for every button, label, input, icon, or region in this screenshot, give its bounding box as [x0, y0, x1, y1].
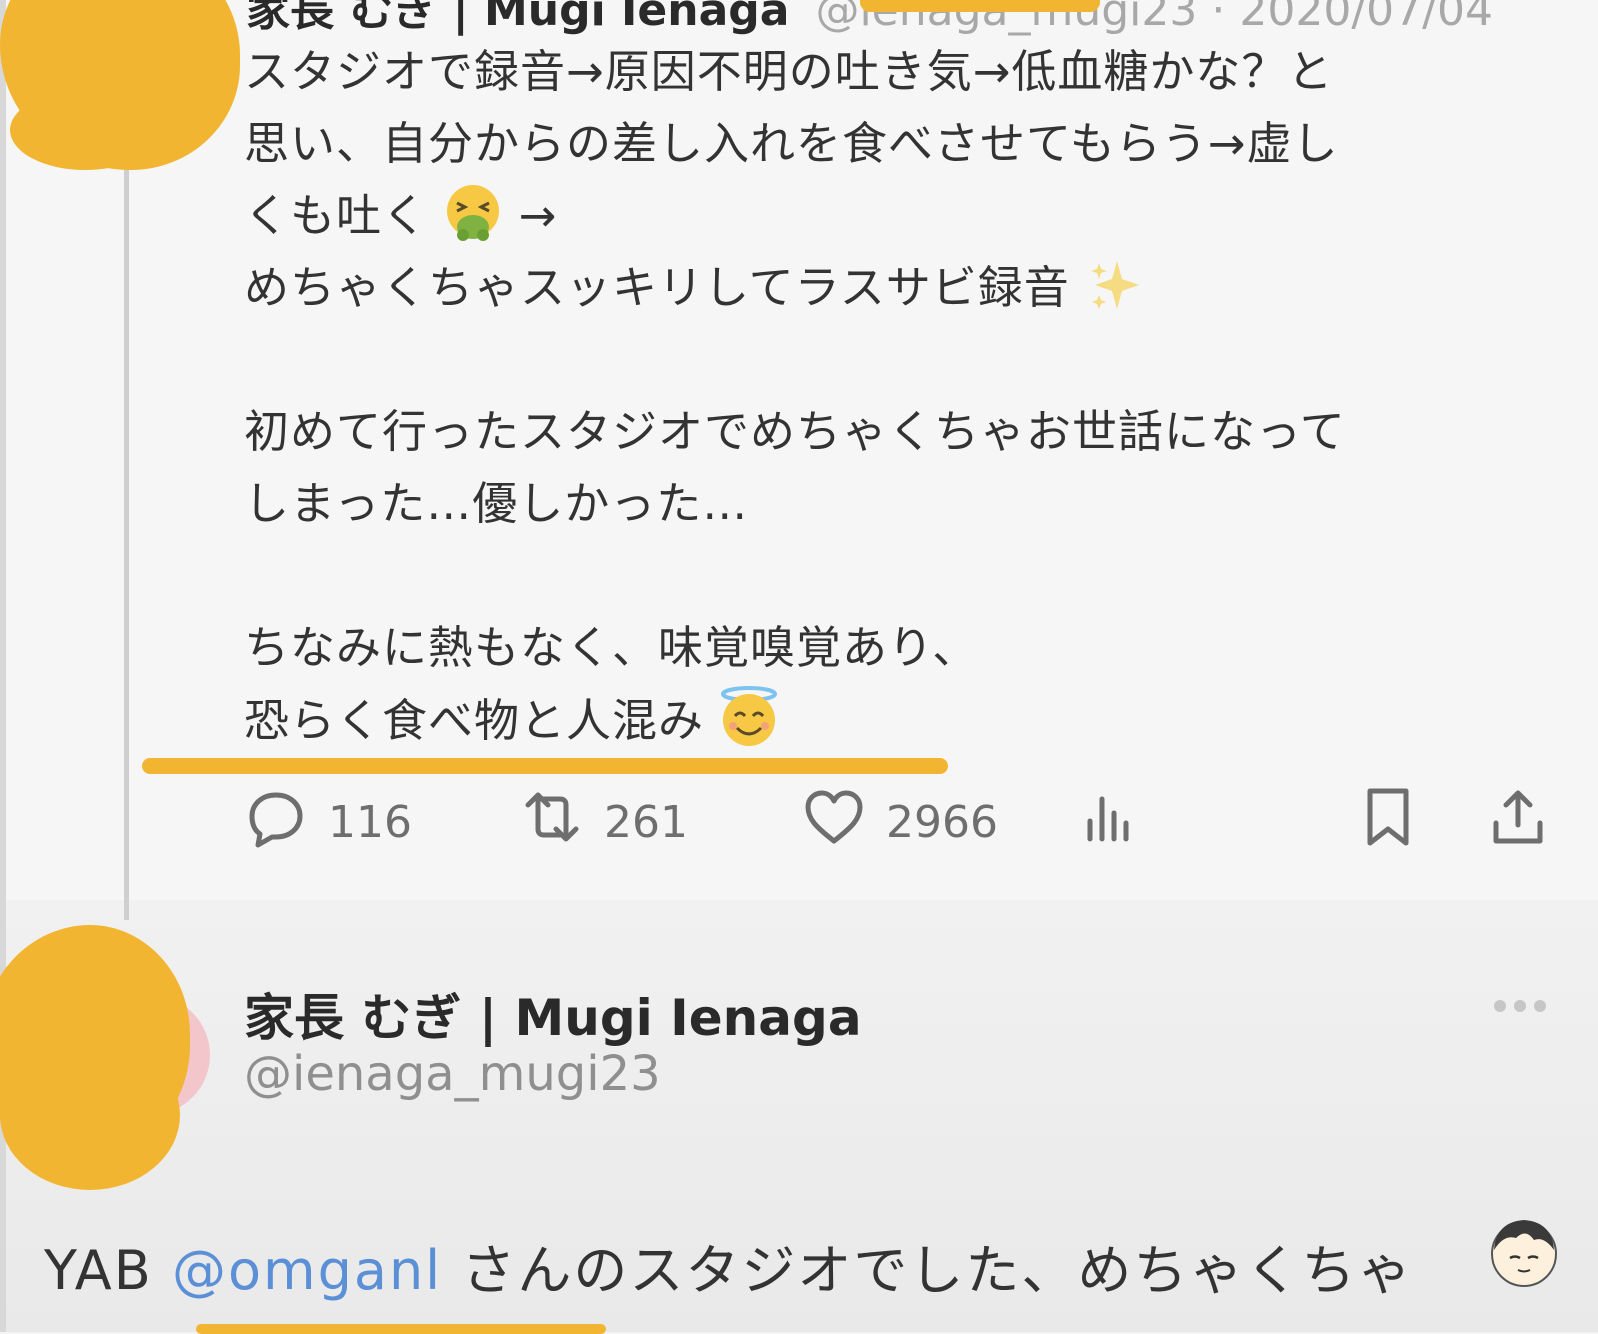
tweet-line: くも吐く →	[244, 180, 1544, 252]
tweet-line-part: くも吐く	[244, 189, 429, 242]
avatar-mask-lower	[0, 1040, 180, 1190]
tweet-line-part: 恐らく食べ物と人混み	[244, 694, 705, 747]
like-count: 2966	[886, 796, 998, 848]
reply-text-suffix: さんのスタジオでした、めちゃくちゃ	[442, 1239, 1414, 1302]
reply-button[interactable]: 116	[244, 786, 412, 858]
tweet-line: めちゃくちゃスッキリしてラスサビ録音	[244, 252, 1544, 324]
reply-text: YAB @omganl さんのスタジオでした、めちゃくちゃ	[44, 1226, 1413, 1305]
share-icon	[1486, 785, 1550, 860]
vomiting-emoji	[443, 183, 503, 243]
reply-handle[interactable]: @ienaga_mugi23	[244, 1046, 661, 1102]
share-button[interactable]	[1486, 786, 1550, 858]
retweet-count: 261	[604, 796, 688, 848]
tweet-text: スタジオで録音→原因不明の吐き気→低血糖かな？と 思い、自分からの差し入れを食べ…	[244, 36, 1544, 756]
reply-count: 116	[328, 796, 412, 848]
display-name[interactable]: 家長 むぎ | Mugi Ienaga	[246, 0, 789, 36]
halo-emoji	[719, 684, 779, 746]
tweet-line: スタジオで録音→原因不明の吐き気→低血糖かな？と	[244, 45, 1334, 98]
bookmark-icon	[1356, 785, 1420, 860]
highlight-underline	[142, 758, 948, 774]
mascot-face	[1486, 1214, 1562, 1290]
highlight-underline-bottom	[196, 1324, 606, 1334]
redaction-mark	[860, 0, 1100, 12]
reply-text-prefix: YAB	[44, 1239, 172, 1302]
tweet-line-part: →	[518, 189, 558, 242]
thread-connector-line	[124, 140, 129, 920]
mention-link[interactable]: @omganl	[172, 1239, 442, 1302]
retweet-button[interactable]: 261	[520, 786, 688, 858]
tweet-line: 思い、自分からの差し入れを食べさせてもらう→虚し	[244, 117, 1339, 170]
retweet-icon	[520, 785, 584, 860]
views-button[interactable]	[1078, 786, 1142, 858]
views-icon	[1078, 785, 1142, 860]
tweet-line: 恐らく食べ物と人混み	[244, 684, 1544, 756]
tweet-line: ちなみに熱もなく、味覚嗅覚あり、	[244, 621, 979, 674]
like-icon	[802, 785, 866, 860]
avatar-mask-drip	[10, 90, 160, 170]
tweet-line: 初めて行ったスタジオでめちゃくちゃお世話になって	[244, 405, 1346, 458]
sparkles-emoji	[1085, 255, 1145, 315]
reply-icon	[244, 785, 308, 860]
tweet-line: しまった…優しかった…	[244, 477, 749, 530]
more-icon[interactable]	[1494, 1000, 1546, 1012]
tweet-actions: 116 261 2966	[244, 786, 1554, 858]
tweet-line-part: めちゃくちゃスッキリしてラスサビ録音	[244, 261, 1070, 314]
reply-display-name[interactable]: 家長 むぎ | Mugi Ienaga	[244, 978, 862, 1050]
bookmark-button[interactable]	[1356, 786, 1420, 858]
like-button[interactable]: 2966	[802, 786, 998, 858]
